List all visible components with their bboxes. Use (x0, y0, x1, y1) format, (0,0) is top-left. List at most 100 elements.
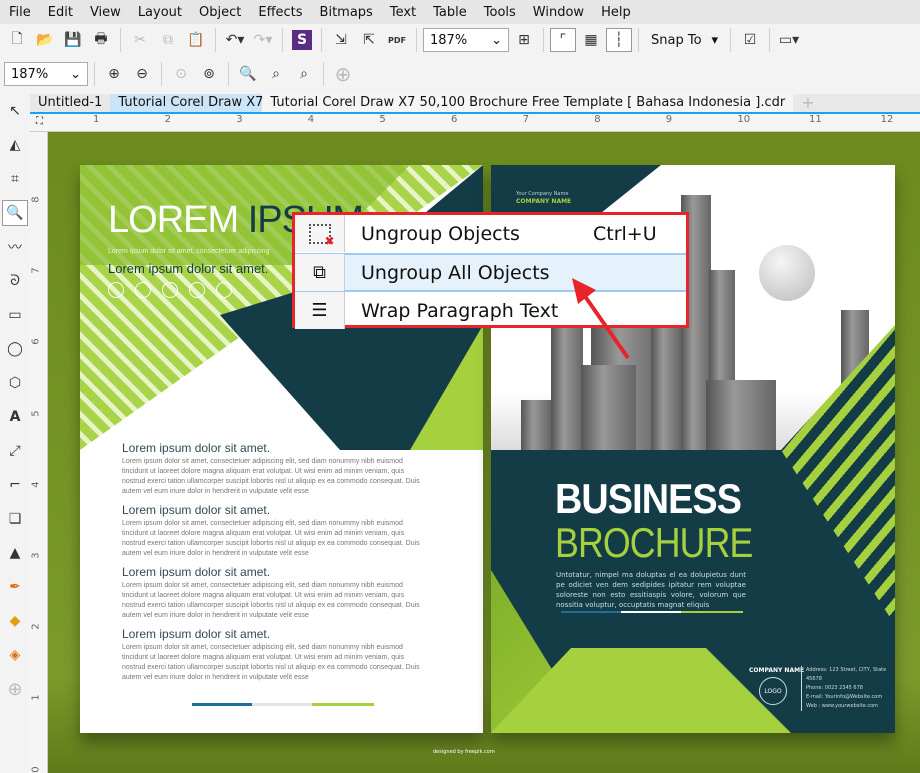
ruler-label: 8 (594, 114, 601, 125)
separator (94, 62, 95, 86)
menu-item-label: Wrap Paragraph Text (361, 299, 559, 322)
ruler-label: 5 (379, 114, 386, 125)
menu-effects[interactable]: Effects (249, 5, 310, 20)
polygon-tool-icon[interactable]: ⬡ (2, 370, 28, 396)
interactive-fill-icon[interactable]: ◆ (2, 608, 28, 634)
ruler-label: 1 (30, 694, 42, 702)
show-rulers-icon[interactable]: ⌜ (550, 28, 576, 52)
zoom-to-page-width-icon[interactable]: ⌕ (263, 62, 289, 86)
crop-tool-icon[interactable]: ⌗ (2, 166, 28, 192)
freepik-credit: designed by freepik.com (433, 749, 495, 755)
tab-untitled-1[interactable]: Untitled-1 (30, 94, 110, 112)
menu-bitmaps[interactable]: Bitmaps (311, 5, 381, 20)
menu-text[interactable]: Text (381, 5, 424, 20)
menu-window[interactable]: Window (524, 5, 592, 20)
transparency-tool-icon[interactable]: ▲ (2, 540, 28, 566)
menu-help[interactable]: Help (592, 5, 639, 20)
corel-connect-icon[interactable]: S (289, 28, 315, 52)
ruler-origin-icon[interactable]: ⛶ (36, 116, 43, 127)
import-icon[interactable]: ⇲ (328, 28, 354, 52)
separator (543, 28, 544, 52)
undo-icon[interactable]: ↶▾ (222, 28, 248, 52)
paste-icon[interactable]: 📋 (183, 28, 209, 52)
shape-tool-icon[interactable]: ◭ (2, 132, 28, 158)
menu-tools[interactable]: Tools (475, 5, 524, 20)
zoom-level-select[interactable]: 187% ⌄ (423, 28, 509, 52)
menu-item-ungroup-objects[interactable]: ✖ Ungroup Objects Ctrl+U (295, 215, 686, 252)
ungroup-icon: ✖ (295, 215, 345, 252)
tab-tutorial-short[interactable]: Tutorial Corel Draw X7... (110, 94, 276, 112)
pick-tool-icon[interactable]: ↖ (2, 98, 28, 124)
redo-icon[interactable]: ↷▾ (250, 28, 276, 52)
ruler-label: 6 (451, 114, 458, 125)
print-icon[interactable]: 🖶 (88, 28, 114, 52)
tricolor-divider (192, 703, 374, 706)
publish-pdf-icon[interactable]: PDF (384, 28, 410, 52)
show-grid-icon[interactable]: ▦ (578, 28, 604, 52)
drop-shadow-tool-icon[interactable]: ❏ (2, 506, 28, 532)
separator (323, 62, 324, 86)
add-tool-icon[interactable]: ⊕ (2, 676, 28, 702)
zoom-out-icon[interactable]: ⊖ (129, 62, 155, 86)
footer-company: COMPANY NAME (749, 667, 805, 674)
cut-icon[interactable]: ✂ (127, 28, 153, 52)
text-tool-icon[interactable]: A (2, 404, 28, 430)
add-icon[interactable]: ⊕ (330, 62, 356, 86)
application-launcher-icon[interactable]: ▭▾ (776, 28, 802, 52)
eyedropper-tool-icon[interactable]: ✒ (2, 574, 28, 600)
phone: Phone: 0023 2345 678 (806, 685, 863, 691)
copy-icon[interactable]: ⧉ (155, 28, 181, 52)
section-heading: Lorem ipsum dolor sit amet. (122, 503, 271, 517)
zoom-to-selected-icon[interactable]: ⊙ (168, 62, 194, 86)
menu-edit[interactable]: Edit (39, 5, 81, 20)
new-document-icon[interactable]: 🗋 (4, 28, 30, 52)
zoom-level-select-2[interactable]: 187% ⌄ (4, 62, 88, 86)
section-heading: Lorem ipsum dolor sit amet. (122, 441, 271, 455)
left-body-text: Lorem ipsum dolor sit amet. Lorem ipsum … (122, 435, 422, 683)
left-subtitle: Lorem ipsum dolor sit amet. (108, 261, 269, 276)
artistic-media-icon[interactable]: ᘐ (2, 268, 28, 294)
social-icon (189, 282, 205, 298)
ellipse-tool-icon[interactable]: ◯ (2, 336, 28, 362)
ruler-label: 6 (30, 338, 42, 346)
zoom-to-page-height-icon[interactable]: ⌕ (291, 62, 317, 86)
snap-to-dropdown[interactable]: Snap To ▾ (645, 33, 724, 48)
document-tabs: Untitled-1 Tutorial Corel Draw X7... Tut… (30, 94, 920, 114)
horizontal-ruler[interactable]: ⛶ 1 2 3 4 5 6 7 8 9 10 11 12 (30, 114, 920, 132)
show-guidelines-icon[interactable]: ┆ (606, 28, 632, 52)
zoom-to-page-icon[interactable]: 🔍 (235, 62, 261, 86)
zoom-to-all-objects-icon[interactable]: ⊚ (196, 62, 222, 86)
menu-table[interactable]: Table (424, 5, 475, 20)
rectangle-tool-icon[interactable]: ▭ (2, 302, 28, 328)
save-icon[interactable]: 💾 (60, 28, 86, 52)
tab-tutorial-brochure[interactable]: Tutorial Corel Draw X7 50,100 Brochure F… (262, 94, 794, 112)
menu-file[interactable]: File (0, 5, 39, 20)
open-folder-icon[interactable]: 📂 (32, 28, 58, 52)
section-body: Lorem ipsum dolor sit amet, consectetuer… (122, 582, 420, 619)
title-lorem: LOREM (108, 199, 239, 241)
menu-bar: File Edit View Layout Object Effects Bit… (0, 0, 920, 24)
section-body: Lorem ipsum dolor sit amet, consectetuer… (122, 458, 420, 495)
connector-tool-icon[interactable]: ⌐ (2, 472, 28, 498)
vertical-ruler[interactable]: 8 7 6 5 4 3 2 1 0 (30, 132, 48, 773)
ruler-label: 3 (30, 552, 42, 559)
menu-layout[interactable]: Layout (129, 5, 190, 20)
dimension-tool-icon[interactable]: ⤢ (2, 438, 28, 464)
menu-view[interactable]: View (81, 5, 129, 20)
export-icon[interactable]: ⇱ (356, 28, 382, 52)
zoom-tool-icon[interactable]: 🔍 (2, 200, 28, 226)
full-screen-preview-icon[interactable]: ⊞ (511, 28, 537, 52)
red-arrow-annotation (572, 278, 630, 360)
section-heading: Lorem ipsum dolor sit amet. (122, 565, 271, 579)
menu-object[interactable]: Object (190, 5, 249, 20)
website: Web : www.yourwebsite.com (806, 703, 879, 709)
social-icon (108, 282, 124, 298)
new-tab-icon[interactable]: + (793, 94, 822, 112)
options-checklist-icon[interactable]: ☑ (737, 28, 763, 52)
smart-fill-icon[interactable]: ◈ (2, 642, 28, 668)
wrap-text-icon: ☰ (295, 292, 345, 329)
ruler-label: 10 (737, 114, 751, 125)
freehand-tool-icon[interactable]: 〰 (2, 234, 28, 260)
zoom-in-icon[interactable]: ⊕ (101, 62, 127, 86)
logo-badge: LOGO (759, 677, 787, 705)
